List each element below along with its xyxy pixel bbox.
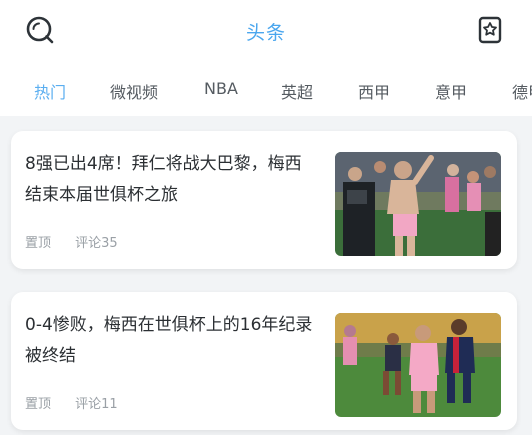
tab-serie-a[interactable]: 意甲	[435, 79, 467, 103]
tab-nba[interactable]: NBA	[204, 79, 238, 98]
news-headline[interactable]: 0-4惨败，梅西在世俱杯上的16年纪录被终结	[25, 310, 315, 372]
app-header: 头条	[0, 0, 532, 60]
tab-hot[interactable]: 热门	[34, 79, 66, 103]
news-headline[interactable]: 8强已出4席！拜仁将战大巴黎，梅西结束本届世俱杯之旅	[25, 149, 315, 211]
category-tabs: 热门 微视频 NBA 英超 西甲 意甲 德甲	[0, 60, 532, 116]
tab-premier-league[interactable]: 英超	[281, 79, 313, 103]
news-thumbnail[interactable]	[335, 313, 501, 417]
news-thumbnail[interactable]	[335, 152, 501, 256]
tab-micro-video[interactable]: 微视频	[110, 79, 158, 103]
news-meta: 置顶 评论11	[25, 393, 138, 412]
page-title: 头条	[245, 22, 286, 44]
news-card[interactable]: 0-4惨败，梅西在世俱杯上的16年纪录被终结 置顶 评论11	[11, 292, 517, 430]
profile-badge-icon[interactable]	[474, 14, 506, 46]
tab-bundesliga[interactable]: 德甲	[512, 79, 532, 103]
pinned-label: 置顶	[25, 397, 52, 412]
news-card[interactable]: 8强已出4席！拜仁将战大巴黎，梅西结束本届世俱杯之旅 置顶 评论35	[11, 131, 517, 269]
tab-la-liga[interactable]: 西甲	[358, 79, 390, 103]
comment-count: 评论35	[75, 236, 118, 251]
comment-count: 评论11	[75, 397, 118, 412]
pinned-label: 置顶	[25, 236, 52, 251]
news-meta: 置顶 评论35	[25, 232, 138, 251]
